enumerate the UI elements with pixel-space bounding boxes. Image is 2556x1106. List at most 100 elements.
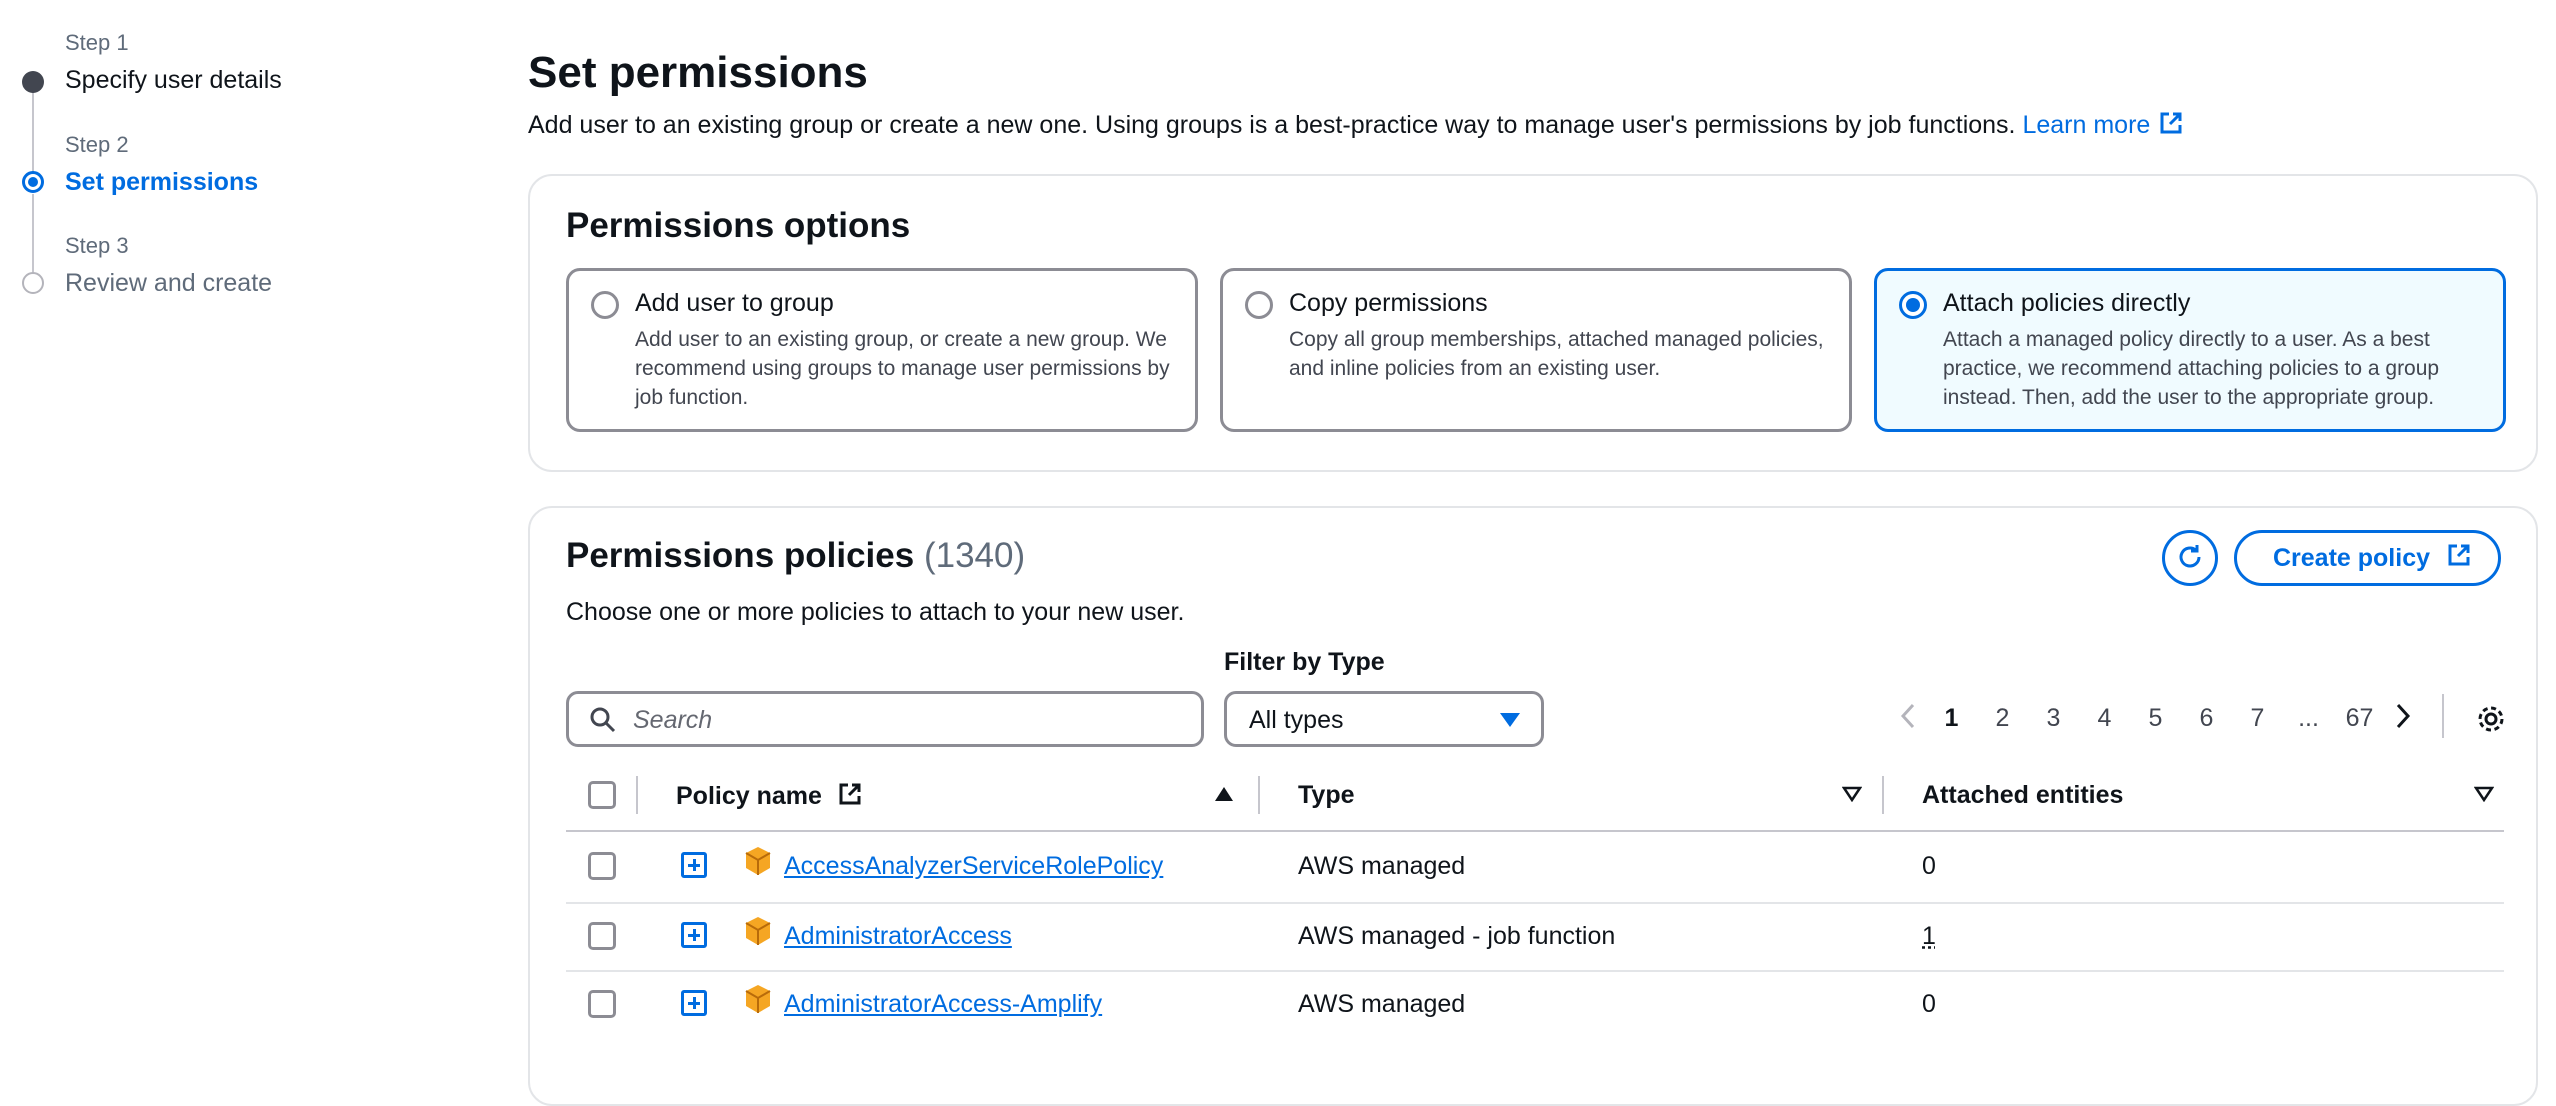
radio-attach-policies-directly[interactable] [1899, 291, 1927, 319]
option-description: Copy all group memberships, attached man… [1289, 328, 1824, 380]
sort-ascending-icon[interactable] [1214, 786, 1234, 807]
row-checkbox[interactable] [588, 852, 616, 880]
package-icon [744, 916, 772, 951]
option-add-user-to-group[interactable]: Add user to group Add user to an existin… [566, 268, 1198, 432]
chevron-right-icon[interactable] [2385, 703, 2421, 734]
radio-copy-permissions[interactable] [1245, 291, 1273, 319]
gear-icon[interactable] [2476, 704, 2506, 739]
table-row[interactable]: AdministratorAccess AWS managed - job fu… [566, 902, 2504, 972]
policy-type: AWS managed [1298, 852, 1466, 880]
expand-plus-icon[interactable] [681, 852, 707, 878]
table-row[interactable]: AccessAnalyzerServiceRolePolicy AWS mana… [566, 832, 2504, 902]
filter-type-value: All types [1249, 706, 1344, 734]
caret-down-icon [1499, 712, 1521, 733]
page-67[interactable]: 67 [2334, 704, 2385, 733]
policies-title: Permissions policies (1340) [566, 536, 1025, 576]
step-2: Step 2 Set permissions [65, 132, 258, 197]
learn-more-link[interactable]: Learn more [2022, 111, 2184, 139]
step-3-pending-icon [22, 272, 44, 294]
filter-type-select[interactable]: All types [1224, 691, 1544, 747]
step-caption: Step 2 [65, 132, 129, 157]
step-1[interactable]: Step 1 Specify user details [65, 30, 282, 95]
option-copy-permissions[interactable]: Copy permissions Copy all group membersh… [1220, 268, 1852, 432]
step-1-done-icon [22, 71, 44, 93]
page-4[interactable]: 4 [2079, 704, 2130, 733]
option-title: Attach policies directly [1943, 289, 2191, 317]
refresh-icon [2175, 542, 2205, 575]
policy-name-link[interactable]: AdministratorAccess-Amplify [784, 990, 1102, 1019]
column-type[interactable]: Type [1298, 781, 1355, 810]
page-3[interactable]: 3 [2028, 704, 2079, 733]
search-placeholder: Search [633, 706, 713, 734]
external-link-icon [2158, 110, 2184, 143]
step-3: Step 3 Review and create [65, 233, 272, 298]
step-title[interactable]: Specify user details [65, 66, 282, 95]
page-title: Set permissions [528, 48, 868, 97]
page-7[interactable]: 7 [2232, 704, 2283, 733]
radio-add-user-to-group[interactable] [591, 291, 619, 319]
create-policy-label: Create policy [2273, 543, 2431, 572]
table-row[interactable]: AdministratorAccess-Amplify AWS managed … [566, 970, 2504, 1040]
pager-divider [2442, 694, 2444, 738]
policy-type: AWS managed - job function [1298, 922, 1616, 950]
page-description: Add user to an existing group or create … [528, 110, 2184, 143]
column-policy-name[interactable]: Policy name [676, 781, 863, 814]
column-divider [636, 776, 638, 814]
policy-search-input[interactable]: Search [566, 691, 1204, 747]
permissions-options-title: Permissions options [566, 206, 911, 245]
policy-name-link[interactable]: AccessAnalyzerServiceRolePolicy [784, 852, 1163, 881]
refresh-button[interactable] [2162, 530, 2218, 586]
sort-icon[interactable] [1841, 786, 1863, 807]
external-link-icon [837, 783, 863, 813]
permissions-options-panel: Permissions options Add user to group Ad… [528, 174, 2538, 472]
step-connector [32, 194, 34, 278]
learn-more-label: Learn more [2022, 111, 2151, 140]
step-title: Set permissions [65, 168, 259, 196]
policies-title-text: Permissions policies [566, 536, 915, 575]
package-icon [744, 984, 772, 1019]
permissions-policies-panel: Permissions policies (1340) Choose one o… [528, 506, 2538, 1106]
policy-type: AWS managed [1298, 990, 1466, 1018]
description-text: Add user to an existing group or create … [528, 111, 2016, 140]
column-entities-label: Attached entities [1922, 781, 2124, 809]
pagination: 1 2 3 4 5 6 7 ... 67 [1890, 698, 2421, 738]
attached-entities: 0 [1922, 990, 1936, 1018]
attached-entities: 0 [1922, 852, 1936, 880]
step-2-current-icon [22, 171, 44, 193]
attached-entities-link[interactable]: 1 [1922, 922, 1936, 951]
row-checkbox[interactable] [588, 922, 616, 950]
option-description: Attach a managed policy directly to a us… [1943, 328, 2440, 409]
column-attached-entities[interactable]: Attached entities [1922, 781, 2123, 810]
option-title: Add user to group [635, 289, 834, 317]
step-connector [32, 92, 34, 180]
option-attach-policies-directly[interactable]: Attach policies directly Attach a manage… [1874, 268, 2506, 432]
policies-count: (1340) [923, 536, 1026, 575]
option-title: Copy permissions [1289, 289, 1488, 317]
column-divider [1882, 776, 1884, 814]
step-caption: Step 3 [65, 233, 129, 258]
step-title: Review and create [65, 269, 273, 297]
create-policy-button[interactable]: Create policy [2234, 530, 2502, 586]
column-type-label: Type [1298, 781, 1355, 809]
page-6[interactable]: 6 [2181, 704, 2232, 733]
page-2[interactable]: 2 [1977, 704, 2028, 733]
row-checkbox[interactable] [588, 990, 616, 1018]
select-all-checkbox[interactable] [588, 781, 616, 809]
policy-name-link[interactable]: AdministratorAccess [784, 922, 1012, 951]
column-policy-name-label: Policy name [676, 782, 822, 811]
filter-by-type-label: Filter by Type [1224, 648, 1385, 676]
expand-plus-icon[interactable] [681, 922, 707, 948]
option-description: Add user to an existing group, or create… [635, 328, 1170, 409]
search-icon [589, 706, 617, 739]
sort-icon[interactable] [2473, 786, 2495, 807]
chevron-left-icon[interactable] [1890, 703, 1926, 734]
page-1[interactable]: 1 [1926, 704, 1977, 733]
step-caption: Step 1 [65, 30, 129, 55]
column-divider [1258, 776, 1260, 814]
external-link-icon [2446, 542, 2472, 575]
policies-subtitle: Choose one or more policies to attach to… [566, 598, 1185, 626]
package-icon [744, 846, 772, 881]
page-5[interactable]: 5 [2130, 704, 2181, 733]
page-ellipsis: ... [2298, 703, 2319, 732]
expand-plus-icon[interactable] [681, 990, 707, 1016]
